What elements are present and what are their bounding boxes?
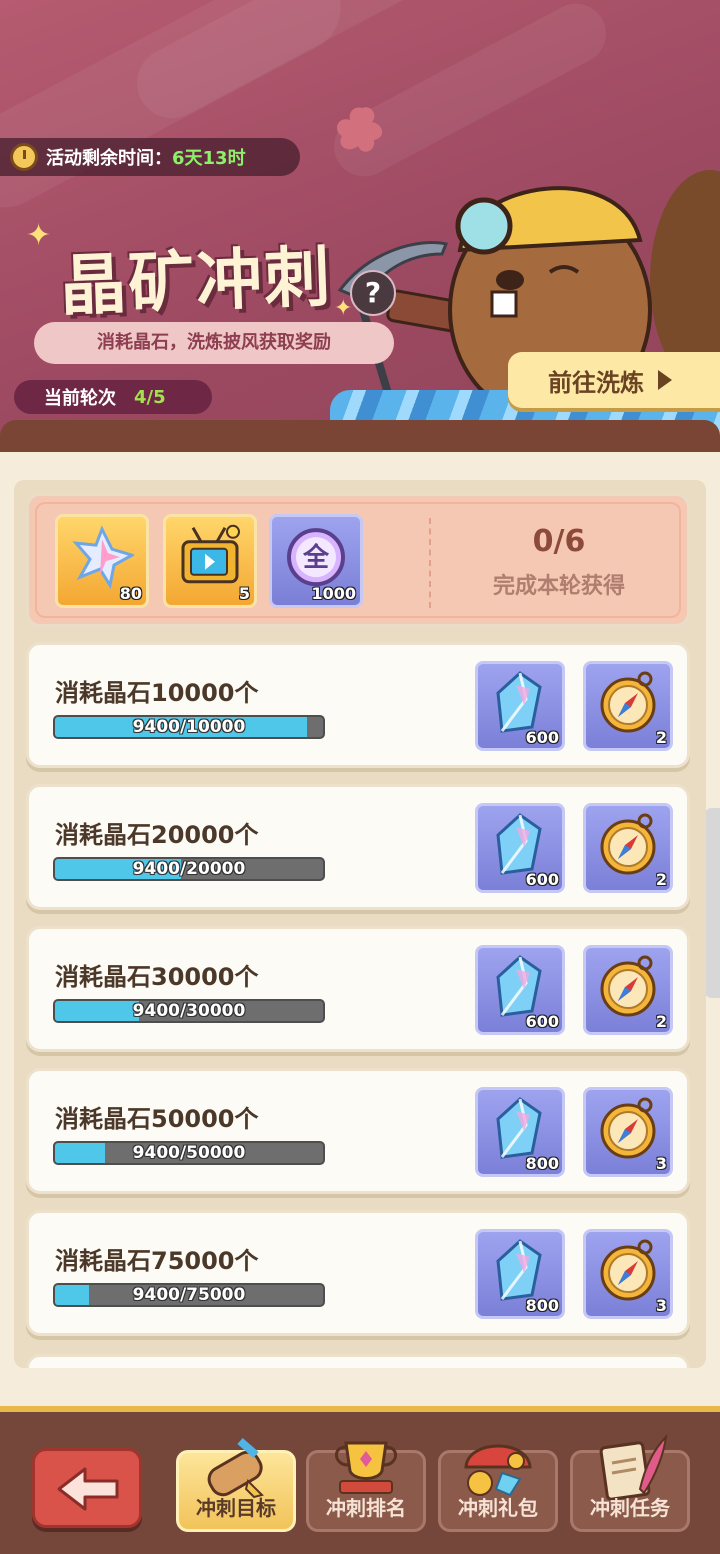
round-reward-box: 80 5 全 1000 0/6 完成本轮获得 [26,493,690,627]
task-reward-item[interactable]: 800 [475,1229,565,1319]
task-reward-item[interactable]: 3 [583,1087,673,1177]
reward-count: 600 [525,728,559,747]
task-reward-item[interactable]: 600 [475,945,565,1035]
reward-count: 2 [655,1012,667,1031]
tab-label: 冲刺任务 [590,1496,670,1520]
flower-decoration-icon [336,107,383,152]
compass-icon [600,1097,656,1159]
task-row: 消耗晶石30000个 9400/30000 600 2 [26,926,690,1052]
task-progress-text: 9400/75000 [132,1285,246,1305]
task-name: 消耗晶石10000个 [55,679,259,707]
all-orb-glyph: 全 [302,542,330,573]
task-reward-item[interactable]: 2 [583,945,673,1035]
play-arrow-icon [658,370,672,390]
tab-label: 冲刺目标 [196,1496,276,1520]
back-button[interactable] [32,1448,142,1528]
timer-value: 6天13时 [172,148,246,169]
reward-count: 600 [525,870,559,889]
reward-count: 800 [525,1154,559,1173]
task-reward-item[interactable]: 2 [583,661,673,751]
crystal-icon [496,955,542,1017]
tab-sprint-rank[interactable]: 冲刺排名 [306,1441,426,1532]
task-row: 消耗晶石50000个 9400/50000 800 3 [26,1068,690,1194]
tab-sprint-gift[interactable]: 冲刺礼包 [438,1444,558,1532]
help-button[interactable]: ? [350,270,396,316]
task-progress-bar: 9400/30000 [53,999,325,1023]
crystal-icon [496,1097,542,1159]
task-row: 消耗晶石20000个 9400/20000 600 2 [26,784,690,910]
task-reward-item[interactable]: 3 [583,1229,673,1319]
task-progress-bar: 9400/50000 [53,1141,325,1165]
timer-label: 活动剩余时间： [46,148,172,169]
current-round: 当前轮次 4/5 [14,380,212,414]
divider [429,518,433,608]
star-crystal-icon [72,525,134,590]
round-value: 4/5 [134,386,166,408]
event-title: 晶矿冲刺 [58,238,334,325]
crystal-icon [496,671,542,733]
task-reward-item[interactable]: 600 [475,661,565,751]
sparkle-icon: ✦ [26,218,52,253]
round-progress-count: 0/6 [532,524,586,559]
banner-decoration [323,0,617,187]
task-name: 消耗晶石30000个 [55,963,259,991]
task-name: 消耗晶石50000个 [55,1105,259,1133]
compass-icon [600,1239,656,1301]
clock-icon [10,143,38,171]
task-reward-item[interactable]: 2 [583,803,673,893]
round-reward-item[interactable]: 80 [55,514,149,608]
task-progress-bar: 9400/10000 [53,715,325,739]
reward-count: 2 [655,870,667,889]
bottom-nav: 冲刺目标 冲刺排名 冲刺礼包 冲刺任务 [0,1406,720,1554]
reward-count: 1000 [311,584,356,603]
arrow-left-icon [57,1467,119,1511]
event-banner: 活动剩余时间： 6天13时 ✦ ✦ 晶矿冲刺 ? 消耗晶石，洗炼披风获取奖励 当… [0,0,720,470]
crystal-icon [496,1239,542,1301]
reward-count: 80 [119,584,142,603]
tab-sprint-task[interactable]: 冲刺任务 [570,1434,690,1532]
reward-count: 5 [238,584,250,603]
task-row-partial [26,1354,690,1368]
task-progress-text: 9400/20000 [132,859,246,879]
event-subtitle: 消耗晶石，洗炼披风获取奖励 [34,322,394,364]
tab-label: 冲刺礼包 [458,1496,538,1520]
crystal-icon [496,813,542,875]
reward-count: 3 [655,1154,667,1173]
task-row: 消耗晶石10000个 9400/10000 600 2 [26,642,690,768]
task-name: 消耗晶石20000个 [55,821,259,849]
tab-label: 冲刺排名 [326,1496,406,1520]
compass-icon [600,671,656,733]
task-progress-text: 9400/30000 [132,1001,246,1021]
round-label: 当前轮次 [44,388,116,409]
tv-box-icon [181,524,240,584]
reward-count: 3 [655,1296,667,1315]
goto-refine-label: 前往洗炼 [548,368,644,397]
task-name: 消耗晶石75000个 [55,1247,259,1275]
all-orb-icon: 全 [287,528,345,587]
task-progress-bar: 9400/20000 [53,857,325,881]
goto-refine-button[interactable]: 前往洗炼 [508,352,720,408]
reward-count: 800 [525,1296,559,1315]
reward-count: 2 [655,728,667,747]
task-reward-item[interactable]: 800 [475,1087,565,1177]
side-drawer-handle[interactable] [704,808,720,998]
task-progress-text: 9400/10000 [132,717,246,737]
round-reward-item[interactable]: 5 [163,514,257,608]
task-progress-bar: 9400/75000 [53,1283,325,1307]
task-list[interactable]: 80 5 全 1000 0/6 完成本轮获得 消耗晶石10000个 9400/10… [14,480,706,1368]
round-progress-label: 完成本轮获得 [492,574,625,599]
event-timer: 活动剩余时间： 6天13时 [0,138,300,176]
reward-count: 600 [525,1012,559,1031]
task-reward-item[interactable]: 600 [475,803,565,893]
tab-sprint-goal[interactable]: 冲刺目标 [176,1437,296,1532]
compass-icon [600,813,656,875]
round-reward-item[interactable]: 全 1000 [269,514,363,608]
task-row: 消耗晶石75000个 9400/75000 800 3 [26,1210,690,1336]
task-progress-text: 9400/50000 [132,1143,246,1163]
compass-icon [600,955,656,1017]
